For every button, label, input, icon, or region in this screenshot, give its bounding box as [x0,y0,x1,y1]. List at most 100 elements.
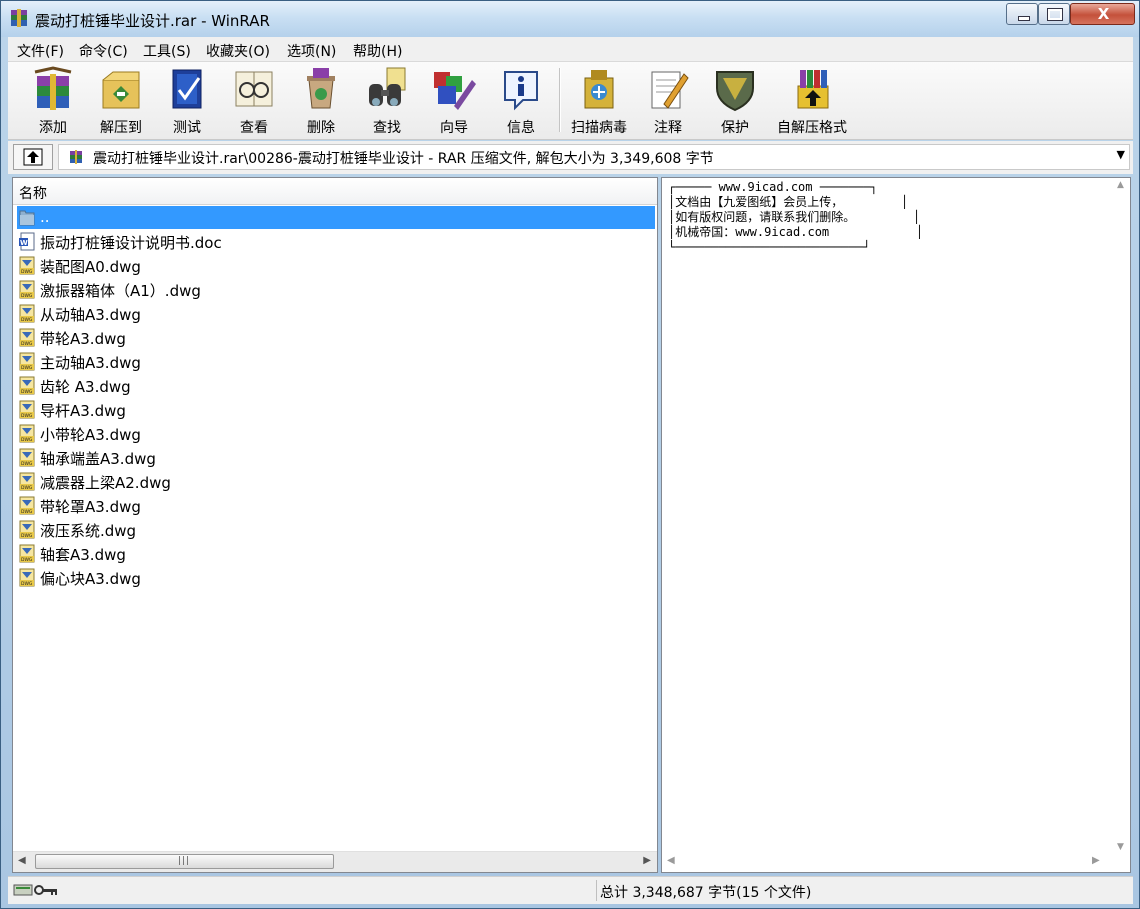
sfx-button[interactable]: 自解压格式 [777,64,847,136]
sfx-icon [797,70,829,109]
window-title: 震动打桩锤毕业设计.rar - WinRAR [35,12,270,30]
folder-up-icon [19,210,35,226]
file-name: 从动轴A3.dwg [40,306,141,324]
dwg-file-icon: DWG [19,472,35,491]
scroll-right-icon[interactable]: ▶ [1092,855,1100,866]
menu-commands[interactable]: 命令(C) [79,41,128,61]
file-name: 带轮罩A3.dwg [40,498,141,516]
file-row[interactable]: DWG 从动轴A3.dwg [17,302,655,325]
svg-text:DWG: DWG [21,533,33,539]
file-name: 装配图A0.dwg [40,258,141,276]
file-name: 带轮A3.dwg [40,330,126,348]
file-row[interactable]: DWG 导杆A3.dwg [17,398,655,421]
winrar-app-icon[interactable] [9,8,29,28]
virus-scan-button[interactable]: 扫描病毒 [566,64,632,136]
file-row[interactable]: DWG 轴承端盖A3.dwg [17,446,655,469]
svg-text:DWG: DWG [21,461,33,467]
status-bar: 总计 3,348,687 字节(15 个文件) [8,876,1133,904]
file-row[interactable]: DWG 带轮A3.dwg [17,326,655,349]
menu-file[interactable]: 文件(F) [17,41,64,61]
address-field[interactable]: 震动打桩锤毕业设计.rar\00286-震动打桩锤毕业设计 - RAR 压缩文件… [58,144,1130,170]
file-row[interactable]: DWG 减震器上梁A2.dwg [17,470,655,493]
protect-button[interactable]: 保护 [702,64,768,136]
status-divider [596,880,597,901]
menu-tools[interactable]: 工具(S) [143,41,191,61]
minimize-button[interactable] [1006,3,1038,25]
file-name: 激振器箱体（A1）.dwg [40,282,201,300]
file-row[interactable]: DWG 带轮罩A3.dwg [17,494,655,517]
file-row[interactable]: DWG 偏心块A3.dwg [17,566,655,589]
toolbar: 添加 解压到 测试 查看 删除 查找 向导 信息 扫描病毒 注释 保护 自解压格… [8,62,1133,140]
drive-key-icon[interactable] [13,882,61,898]
find-icon [369,67,406,106]
file-name: 轴承端盖A3.dwg [40,450,156,468]
vertical-scrollbar[interactable]: ▲ ▼ [1113,178,1130,854]
file-row[interactable]: DWG 主动轴A3.dwg [17,350,655,373]
close-button[interactable]: X [1070,3,1135,25]
dwg-file-icon: DWG [19,568,35,587]
file-name: 齿轮 A3.dwg [40,378,131,396]
dwg-file-icon: DWG [19,544,35,563]
title-bar[interactable]: 震动打桩锤毕业设计.rar - WinRAR X [1,1,1139,37]
svg-text:W: W [20,239,28,247]
protect-icon [716,71,754,112]
file-name: 液压系统.dwg [40,522,137,540]
file-name: 主动轴A3.dwg [40,354,141,372]
svg-text:DWG: DWG [21,485,33,491]
extract-to-icon [102,71,140,109]
svg-text:DWG: DWG [21,269,33,275]
comment-horizontal-scrollbar[interactable]: ◀ ▶ [662,852,1130,872]
archive-comment: ┌───── www.9icad.com ───────┐ │文档由【九爱图纸】… [668,180,924,254]
maximize-button[interactable] [1038,3,1070,25]
scroll-down-icon[interactable]: ▼ [1117,842,1124,852]
file-row[interactable]: W 振动打桩锤设计说明书.doc [17,230,655,253]
menu-bar: 文件(F) 命令(C) 工具(S) 收藏夹(O) 选项(N) 帮助(H) [8,37,1133,62]
dwg-file-icon: DWG [19,280,35,299]
virus-scan-icon [584,70,614,109]
svg-text:DWG: DWG [21,581,33,587]
file-name: 减震器上梁A2.dwg [40,474,171,492]
add-archive-icon [34,66,72,110]
up-arrow-icon [23,148,43,166]
info-button[interactable]: 信息 [488,64,554,136]
column-header-name[interactable]: 名称 [13,178,657,205]
dwg-file-icon: DWG [19,448,35,467]
add-button[interactable]: 添加 [20,64,86,136]
dwg-file-icon: DWG [19,376,35,395]
address-bar: 震动打桩锤毕业设计.rar\00286-震动打桩锤毕业设计 - RAR 压缩文件… [8,141,1133,174]
menu-favorites[interactable]: 收藏夹(O) [206,41,270,61]
winrar-window: 震动打桩锤毕业设计.rar - WinRAR X 文件(F) 命令(C) 工具(… [0,0,1140,909]
svg-text:DWG: DWG [21,317,33,323]
svg-text:DWG: DWG [21,293,33,299]
file-name: 轴套A3.dwg [40,546,126,564]
file-row[interactable]: DWG 液压系统.dwg [17,518,655,541]
file-row[interactable]: DWG 装配图A0.dwg [17,254,655,277]
dwg-file-icon: DWG [19,496,35,515]
file-row[interactable]: DWG 激振器箱体（A1）.dwg [17,278,655,301]
parent-folder-row[interactable]: .. [17,206,655,229]
file-row[interactable]: DWG 小带轮A3.dwg [17,422,655,445]
comment-icon [651,71,689,109]
svg-text:DWG: DWG [21,437,33,443]
view-icon [235,71,273,107]
close-icon: X [1097,5,1110,23]
up-one-level-button[interactable] [13,144,53,170]
file-name: 振动打桩锤设计说明书.doc [40,234,222,252]
menu-help[interactable]: 帮助(H) [353,41,402,61]
scroll-right-icon[interactable]: ▶ [643,855,651,866]
file-row[interactable]: DWG 轴套A3.dwg [17,542,655,565]
scroll-left-icon[interactable]: ◀ [18,855,26,866]
file-row[interactable]: DWG 齿轮 A3.dwg [17,374,655,397]
dwg-file-icon: DWG [19,256,35,275]
chevron-down-icon[interactable]: ▼ [1117,148,1125,161]
horizontal-scrollbar[interactable]: ◀ ||| ▶ [13,851,657,872]
menu-options[interactable]: 选项(N) [287,41,336,61]
scroll-left-icon[interactable]: ◀ [667,855,675,866]
scrollbar-thumb[interactable]: ||| [35,854,334,869]
test-icon [172,69,202,109]
dwg-file-icon: DWG [19,328,35,347]
scroll-up-icon[interactable]: ▲ [1117,180,1124,190]
svg-text:DWG: DWG [21,509,33,515]
file-name: 偏心块A3.dwg [40,570,141,588]
delete-icon [307,68,335,109]
